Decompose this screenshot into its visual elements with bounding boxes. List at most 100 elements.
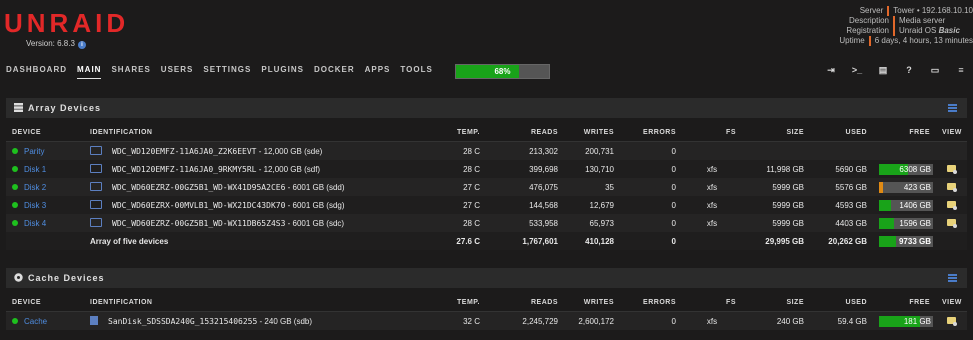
col-view[interactable]: VIEW bbox=[936, 124, 967, 142]
hdd-icon[interactable] bbox=[90, 164, 102, 173]
writes-cell: 200,731 bbox=[564, 141, 620, 160]
device-id[interactable]: WDC_WD60EZRZ-00GZ5B1_WD-WX11DB65Z4S3 bbox=[112, 219, 285, 228]
col-reads[interactable]: READS bbox=[486, 294, 564, 312]
col-identification[interactable]: IDENTIFICATION bbox=[84, 124, 434, 142]
nav-settings[interactable]: SETTINGS bbox=[203, 63, 251, 79]
help-icon[interactable]: ? bbox=[903, 64, 915, 76]
info-screen-icon[interactable]: ▭ bbox=[929, 64, 941, 76]
nav-tools[interactable]: TOOLS bbox=[400, 63, 432, 79]
device-link[interactable]: Disk 3 bbox=[24, 201, 46, 210]
col-writes[interactable]: WRITES bbox=[564, 124, 620, 142]
device-link[interactable]: Disk 1 bbox=[24, 165, 46, 174]
nav-apps[interactable]: APPS bbox=[365, 63, 391, 79]
device-id[interactable]: WDC_WD120EMFZ-11A6JA0_Z2K6EEVT bbox=[112, 147, 257, 156]
list-view-icon[interactable] bbox=[948, 104, 957, 112]
size-cell: 240 GB bbox=[742, 311, 810, 330]
nav-docker[interactable]: DOCKER bbox=[314, 63, 355, 79]
device-id[interactable]: WDC_WD60EZRZ-00GZ5B1_WD-WX41D95A2CE6 bbox=[112, 183, 285, 192]
device-row[interactable]: Parity WDC_WD120EMFZ-11A6JA0_Z2K6EEVT - 1… bbox=[6, 141, 967, 160]
device-link[interactable]: Disk 2 bbox=[24, 183, 46, 192]
registration-value[interactable]: Unraid OS Basic bbox=[895, 26, 960, 36]
logout-icon[interactable]: ⇥ bbox=[825, 64, 837, 76]
info-icon[interactable]: i bbox=[77, 41, 86, 49]
device-link[interactable]: Disk 4 bbox=[24, 219, 46, 228]
size-cell: 5999 GB bbox=[742, 196, 810, 214]
nav-dashboard[interactable]: DASHBOARD bbox=[6, 63, 67, 79]
list-view-icon[interactable] bbox=[948, 274, 957, 282]
description-value: Media server bbox=[899, 16, 946, 25]
device-id[interactable]: WDC_WD120EMFZ-11A6JA0_9RKMY5RL bbox=[112, 165, 257, 174]
reads-cell: 213,302 bbox=[486, 141, 564, 160]
col-view[interactable]: VIEW bbox=[936, 294, 967, 312]
version-label: Version: 6.8.3 i bbox=[26, 39, 86, 49]
hdd-icon[interactable] bbox=[90, 182, 102, 191]
device-id[interactable]: SanDisk_SDSSDA240G_153215406255 bbox=[108, 317, 257, 326]
ssd-icon[interactable] bbox=[90, 316, 98, 325]
col-device[interactable]: DEVICE bbox=[6, 124, 84, 142]
device-cell: Disk 4 bbox=[6, 214, 84, 232]
free-space-bar: 9733 GB bbox=[879, 235, 933, 247]
status-ok-icon bbox=[12, 219, 18, 226]
nav-users[interactable]: USERS bbox=[161, 63, 194, 79]
device-link[interactable]: Cache bbox=[24, 317, 47, 326]
col-temp[interactable]: TEMP. bbox=[434, 294, 486, 312]
total-view bbox=[936, 232, 967, 250]
array-icon bbox=[14, 103, 23, 112]
col-temp[interactable]: TEMP. bbox=[434, 124, 486, 142]
nav-main[interactable]: MAIN bbox=[77, 63, 102, 79]
browse-folder-icon[interactable] bbox=[947, 218, 957, 228]
col-fs[interactable]: FS bbox=[682, 294, 742, 312]
used-cell: 4403 GB bbox=[810, 214, 873, 232]
array-devices-header: Array Devices bbox=[6, 98, 967, 118]
browse-folder-icon[interactable] bbox=[947, 200, 957, 210]
identification-cell: SanDisk_SDSSDA240G_153215406255 - 240 GB… bbox=[84, 311, 434, 330]
menu-icon[interactable]: ≡ bbox=[955, 64, 967, 76]
total-free: 9733 GB bbox=[873, 232, 936, 250]
col-device[interactable]: DEVICE bbox=[6, 294, 84, 312]
browse-folder-icon[interactable] bbox=[947, 182, 957, 192]
col-errors[interactable]: ERRORS bbox=[620, 294, 682, 312]
col-used[interactable]: USED bbox=[810, 294, 873, 312]
server-value: Tower • 192.168.10.10 bbox=[893, 6, 973, 15]
total-used: 20,262 GB bbox=[810, 232, 873, 250]
col-used[interactable]: USED bbox=[810, 124, 873, 142]
temp-cell: 32 C bbox=[434, 311, 486, 330]
col-reads[interactable]: READS bbox=[486, 124, 564, 142]
uptime-value: 6 days, 4 hours, 13 minutes bbox=[874, 36, 973, 45]
col-free[interactable]: FREE bbox=[873, 124, 936, 142]
device-row[interactable]: Disk 4 WDC_WD60EZRZ-00GZ5B1_WD-WX11DB65Z4… bbox=[6, 214, 967, 232]
temp-cell: 27 C bbox=[434, 196, 486, 214]
view-cell bbox=[936, 214, 967, 232]
status-ok-icon bbox=[12, 165, 18, 172]
device-row[interactable]: Disk 2 WDC_WD60EZRZ-00GZ5B1_WD-WX41D95A2C… bbox=[6, 178, 967, 196]
array-title-text: Array Devices bbox=[28, 103, 102, 113]
nav-shares[interactable]: SHARES bbox=[111, 63, 150, 79]
device-row[interactable]: Cache SanDisk_SDSSDA240G_153215406255 - 2… bbox=[6, 311, 967, 330]
nav-plugins[interactable]: PLUGINS bbox=[261, 63, 304, 79]
browse-folder-icon[interactable] bbox=[947, 316, 957, 326]
unraid-logo[interactable]: UNRAID bbox=[4, 9, 129, 37]
col-size[interactable]: SIZE bbox=[742, 124, 810, 142]
terminal-icon[interactable]: >_ bbox=[851, 64, 863, 76]
hdd-icon[interactable] bbox=[90, 218, 102, 227]
hdd-icon[interactable] bbox=[90, 146, 102, 155]
device-link[interactable]: Parity bbox=[24, 147, 44, 156]
errors-cell: 0 bbox=[620, 196, 682, 214]
utilization-text: 68% bbox=[494, 67, 511, 76]
cache-title-text: Cache Devices bbox=[28, 273, 105, 283]
device-cell: Parity bbox=[6, 141, 84, 160]
device-row[interactable]: Disk 1 WDC_WD120EMFZ-11A6JA0_9RKMY5RL - 1… bbox=[6, 160, 967, 178]
temp-cell: 27 C bbox=[434, 178, 486, 196]
col-free[interactable]: FREE bbox=[873, 294, 936, 312]
device-id[interactable]: WDC_WD60EZRX-00MVLB1_WD-WX21DC43DK70 bbox=[112, 201, 285, 210]
errors-cell: 0 bbox=[620, 141, 682, 160]
browse-folder-icon[interactable] bbox=[947, 164, 957, 174]
col-fs[interactable]: FS bbox=[682, 124, 742, 142]
col-identification[interactable]: IDENTIFICATION bbox=[84, 294, 434, 312]
col-writes[interactable]: WRITES bbox=[564, 294, 620, 312]
col-errors[interactable]: ERRORS bbox=[620, 124, 682, 142]
device-row[interactable]: Disk 3 WDC_WD60EZRX-00MVLB1_WD-WX21DC43DK… bbox=[6, 196, 967, 214]
feedback-icon[interactable]: ▤ bbox=[877, 64, 889, 76]
col-size[interactable]: SIZE bbox=[742, 294, 810, 312]
hdd-icon[interactable] bbox=[90, 200, 102, 209]
